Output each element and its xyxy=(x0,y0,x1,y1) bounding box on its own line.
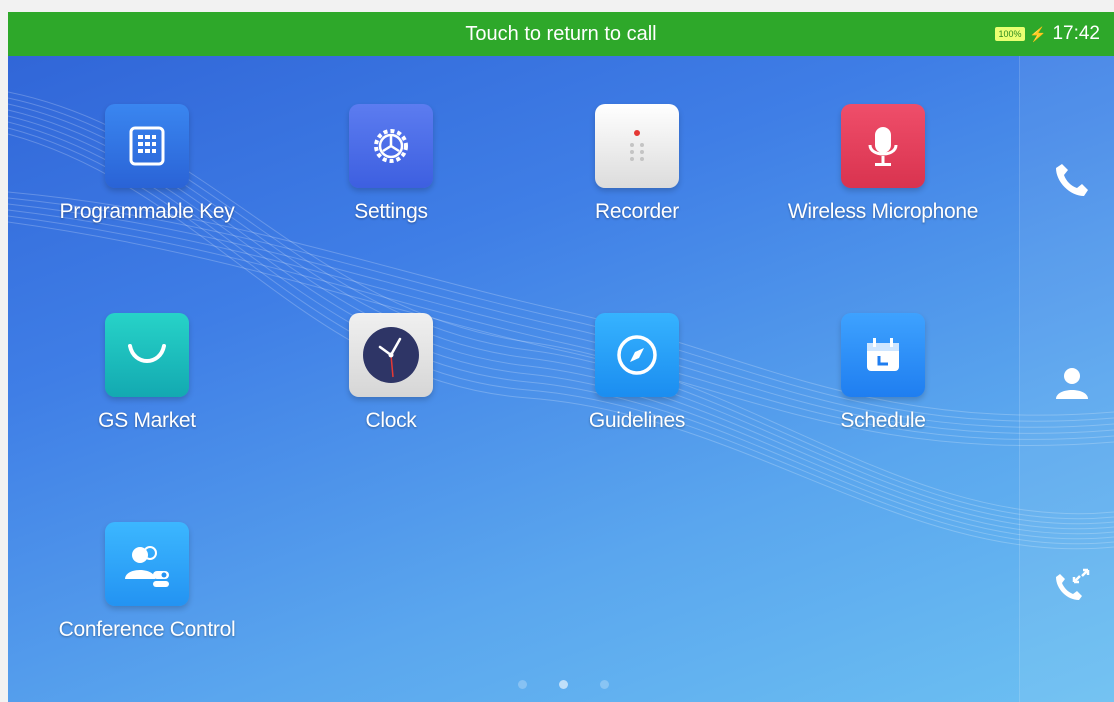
contacts-button[interactable] xyxy=(1042,353,1102,413)
side-dock xyxy=(1019,56,1114,702)
app-settings[interactable]: Settings xyxy=(271,104,511,224)
app-conference-control[interactable]: Conference Control xyxy=(27,522,267,642)
status-bar[interactable]: Touch to return to call 100% ⚡ 17:42 xyxy=(8,12,1114,56)
charging-icon: ⚡ xyxy=(1029,25,1047,42)
app-label: Wireless Microphone xyxy=(787,200,979,223)
app-label: Recorder xyxy=(595,200,679,223)
call-history-button[interactable] xyxy=(1042,556,1102,616)
home-screen: Touch to return to call 100% ⚡ 17:42 Pro… xyxy=(8,12,1114,702)
contacts-icon xyxy=(1056,368,1088,399)
settings-gear-icon xyxy=(349,104,433,188)
app-recorder[interactable]: Recorder xyxy=(517,104,757,224)
app-programmable-key[interactable]: Programmable Key xyxy=(27,104,267,224)
call-history-icon xyxy=(1056,568,1090,600)
app-guidelines[interactable]: Guidelines xyxy=(517,313,757,433)
calendar-icon xyxy=(841,313,925,397)
recorder-icon xyxy=(595,104,679,188)
dial-button[interactable] xyxy=(1042,150,1102,210)
app-label: Schedule xyxy=(840,409,926,432)
app-label: Guidelines xyxy=(588,409,686,432)
app-wireless-microphone[interactable]: Wireless Microphone xyxy=(763,104,1003,224)
app-gs-market[interactable]: GS Market xyxy=(27,313,267,433)
app-schedule[interactable]: Schedule xyxy=(763,313,1003,433)
battery-icon: 100% xyxy=(995,27,1026,41)
compass-icon xyxy=(595,313,679,397)
microphone-icon xyxy=(841,104,925,188)
shopping-bag-icon xyxy=(105,313,189,397)
programmable-key-icon xyxy=(105,104,189,188)
app-clock[interactable]: Clock xyxy=(271,313,511,433)
page-indicator xyxy=(518,680,609,689)
app-label: Conference Control xyxy=(58,618,236,641)
phone-icon xyxy=(1056,164,1088,196)
clock-icon xyxy=(349,313,433,397)
return-to-call-banner[interactable]: Touch to return to call xyxy=(8,12,1114,56)
app-label: Settings xyxy=(354,200,428,223)
conference-control-icon xyxy=(105,522,189,606)
page-dot-current[interactable] xyxy=(559,680,568,689)
page-dot[interactable] xyxy=(600,680,609,689)
app-label: Clock xyxy=(365,409,417,432)
app-label: Programmable Key xyxy=(59,200,235,223)
page-dot[interactable] xyxy=(518,680,527,689)
status-indicators: 100% ⚡ 17:42 xyxy=(995,12,1100,56)
status-time: 17:42 xyxy=(1052,23,1100,44)
app-label: GS Market xyxy=(98,409,196,432)
